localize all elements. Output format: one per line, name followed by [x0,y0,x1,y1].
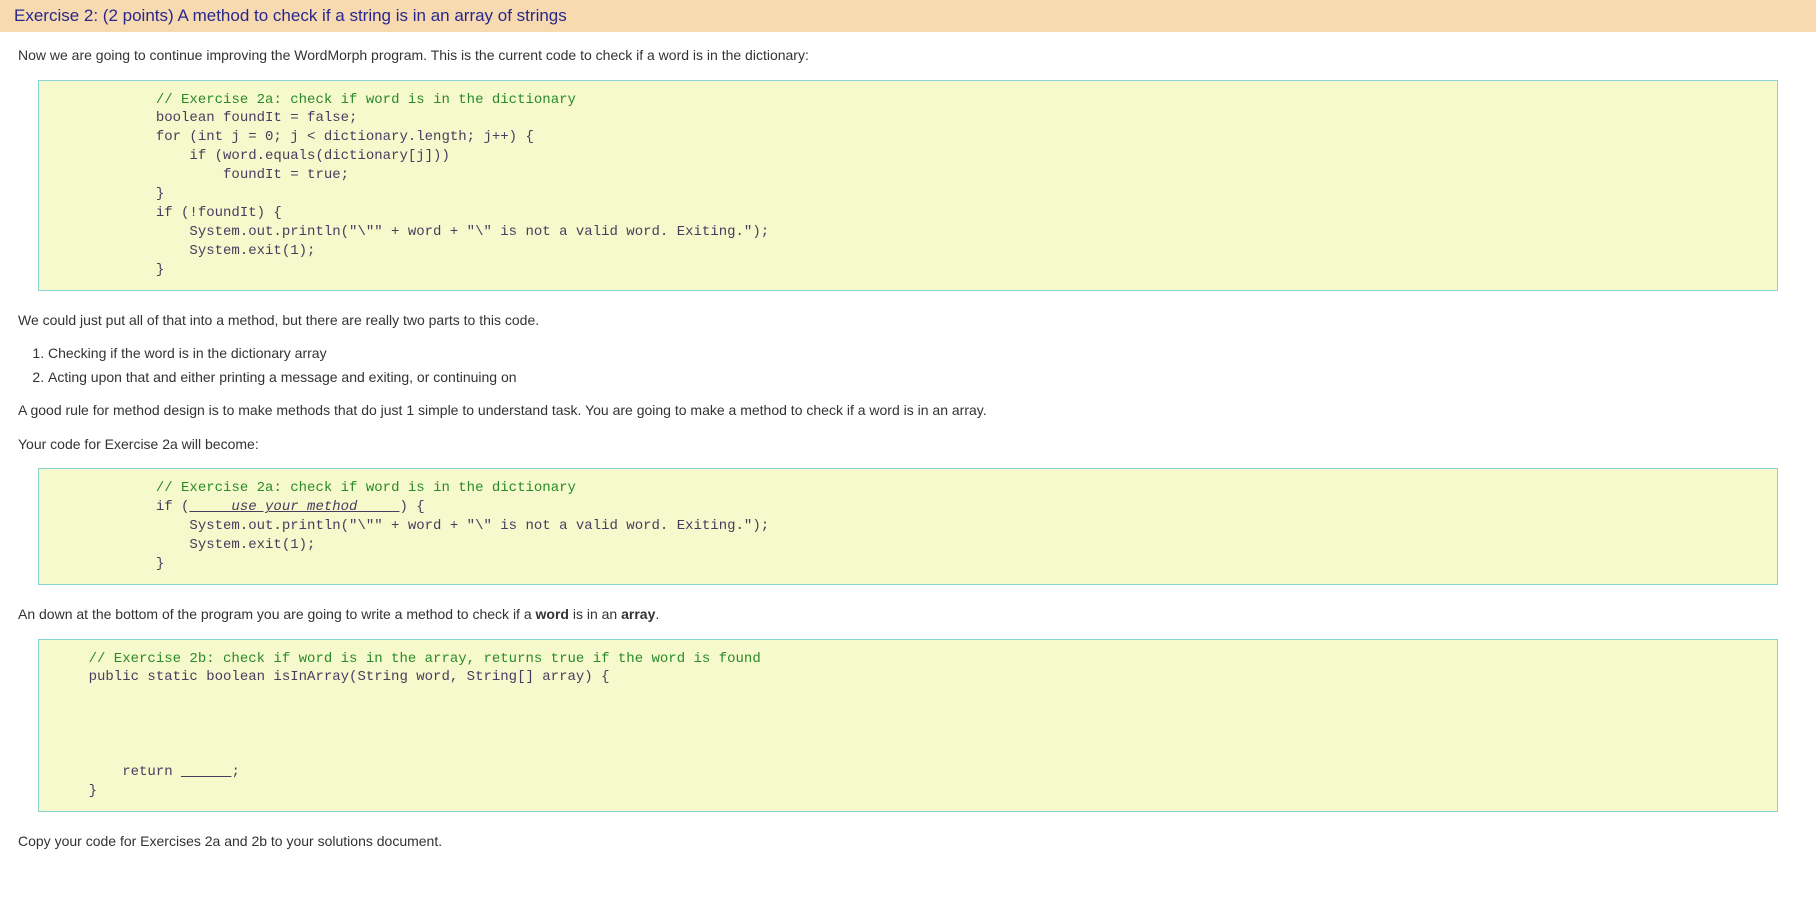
code-body: boolean foundIt = false; for (int j = 0;… [55,110,769,277]
list-item: Acting upon that and either printing a m… [48,368,1798,388]
code-blank [181,764,231,780]
copy-code-paragraph: Copy your code for Exercises 2a and 2b t… [18,832,1798,852]
list-item: Checking if the word is in the dictionar… [48,344,1798,364]
code-signature: public static boolean isInArray(String w… [55,669,610,685]
code-return-post: ; [231,764,239,780]
parts-list: Checking if the word is in the dictionar… [38,344,1798,387]
will-become-paragraph: Your code for Exercise 2a will become: [18,435,1798,455]
bottom-paragraph: An down at the bottom of the program you… [18,605,1798,625]
code-comment: // Exercise 2a: check if word is in the … [156,480,576,496]
two-parts-paragraph: We could just put all of that into a met… [18,311,1798,331]
code-placeholder: use your method [189,499,399,515]
code-block-1: // Exercise 2a: check if word is in the … [38,80,1778,291]
bottom-word: word [536,606,569,622]
code-block-2: // Exercise 2a: check if word is in the … [38,468,1778,584]
bottom-end: . [655,606,659,622]
code-close: } [55,783,97,799]
code-comment: // Exercise 2a: check if word is in the … [156,92,576,108]
intro-paragraph: Now we are going to continue improving t… [18,46,1798,66]
code-block-3: // Exercise 2b: check if word is in the … [38,639,1778,812]
code-comment: // Exercise 2b: check if word is in the … [55,651,761,667]
bottom-array: array [621,606,655,622]
code-body: System.out.println("\"" + word + "\" is … [55,518,769,572]
content-area: Now we are going to continue improving t… [0,32,1816,879]
code-return-pre: return [55,764,181,780]
bottom-pre: An down at the bottom of the program you… [18,606,536,622]
exercise-header: Exercise 2: (2 points) A method to check… [0,0,1816,32]
code-if-pre: if ( [55,499,189,515]
code-if-post: ) { [399,499,424,515]
good-rule-paragraph: A good rule for method design is to make… [18,401,1798,421]
exercise-title: Exercise 2: (2 points) A method to check… [14,6,567,25]
bottom-mid: is in an [569,606,621,622]
